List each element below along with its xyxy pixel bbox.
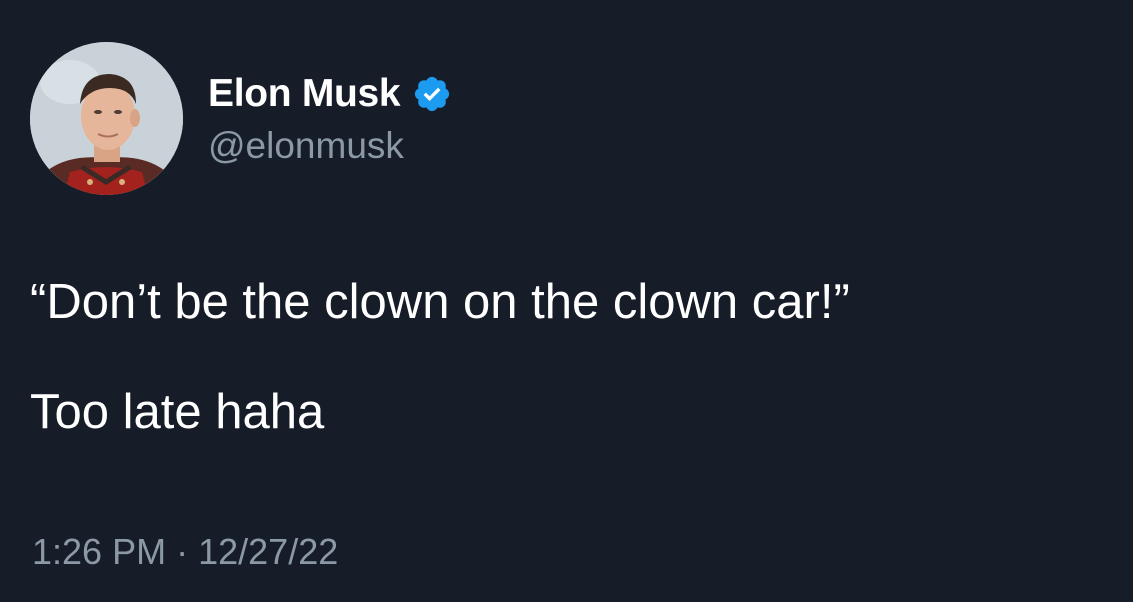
tweet-time: 1:26 PM [32,531,167,572]
author-name-row: Elon Musk [208,72,452,116]
tweet-text-line: “Don’t be the clown on the clown car!” [30,275,850,329]
verified-badge-icon [412,74,452,114]
tweet-timestamp[interactable]: 1:26 PM · 12/27/22 [32,530,338,574]
timestamp-separator: · [176,531,189,572]
avatar[interactable] [30,42,183,195]
author-display-name[interactable]: Elon Musk [208,72,401,116]
tweet-date: 12/27/22 [198,531,339,572]
author-handle[interactable]: @elonmusk [208,124,404,168]
tweet-text-line: Too late haha [30,385,325,439]
tweet-card: Elon Musk @elonmusk “Don’t be the clown … [0,0,1133,602]
avatar-image [30,42,183,195]
